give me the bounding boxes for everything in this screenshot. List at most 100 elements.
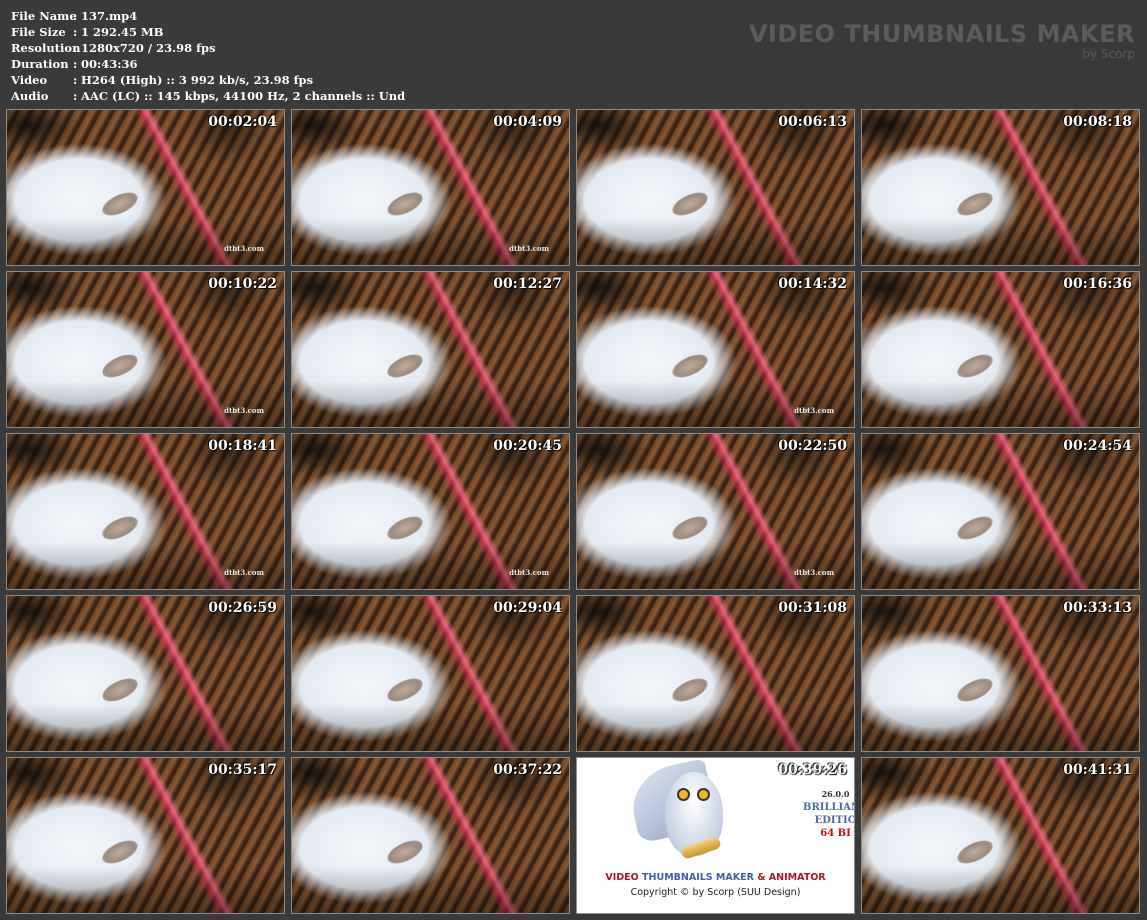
frame-image [862, 110, 1139, 265]
bits-label: 64 BI [820, 828, 851, 839]
info-separator: : [73, 41, 78, 55]
info-key: Video [11, 73, 48, 87]
timestamp: 00:35:17 [208, 762, 277, 778]
promo-title: VIDEO THUMBNAILS MAKER & ANIMATOR [577, 872, 854, 883]
owl-eye-icon [697, 788, 710, 801]
video-thumbnail[interactable]: 00:02:04 dtbt3.com [6, 109, 285, 266]
promo-title-part: & ANIMATOR [753, 872, 826, 883]
frame-watermark: dtbt3.com [509, 568, 549, 577]
frame-image [577, 110, 854, 265]
frame-watermark: dtbt3.com [224, 568, 264, 577]
frame-image [577, 434, 854, 589]
frame-image [7, 434, 284, 589]
info-key: Duration [11, 57, 69, 71]
info-row: File Name:137.mp4 [11, 8, 405, 24]
timestamp: 00:12:27 [493, 276, 562, 292]
brand-logo: VIDEO THUMBNAILS MAKER by Scorp [749, 20, 1135, 60]
frame-watermark: dtbt3.com [224, 406, 264, 415]
frame-image [292, 758, 569, 913]
video-thumbnail[interactable]: 00:41:31 [861, 757, 1140, 914]
video-thumbnail[interactable]: 00:18:41 dtbt3.com [6, 433, 285, 590]
video-thumbnail[interactable]: 00:22:50 dtbt3.com [576, 433, 855, 590]
video-thumbnail[interactable]: 00:10:22 dtbt3.com [6, 271, 285, 428]
frame-watermark: dtbt3.com [509, 244, 549, 253]
frame-watermark: dtbt3.com [794, 568, 834, 577]
info-value: 1 292.45 MB [81, 25, 164, 39]
frame-watermark: dtbt3.com [794, 406, 834, 415]
video-thumbnail[interactable]: 00:14:32 dtbt3.com [576, 271, 855, 428]
info-row: Resolution:1280x720 / 23.98 fps [11, 40, 405, 56]
timestamp: 00:24:54 [1063, 438, 1132, 454]
frame-image [292, 272, 569, 427]
file-info-panel: File Name:137.mp4 File Size:1 292.45 MB Re… [11, 8, 405, 104]
timestamp: 00:02:04 [208, 114, 277, 130]
frame-image [7, 758, 284, 913]
info-key: File Size [11, 25, 66, 39]
info-value: AAC (LC) :: 145 kbps, 44100 Hz, 2 channe… [81, 89, 406, 103]
video-thumbnail[interactable]: 00:12:27 [291, 271, 570, 428]
info-separator: : [73, 9, 78, 23]
promo-copyright: Copyright © by Scorp (SUU Design) [630, 887, 801, 898]
frame-image [7, 272, 284, 427]
promo-title-part: VIDEO [605, 872, 643, 883]
info-value: H264 (High) :: 3 992 kb/s, 23.98 fps [81, 73, 314, 87]
video-thumbnail[interactable]: 00:26:59 [6, 595, 285, 752]
video-thumbnail[interactable]: 00:31:08 [576, 595, 855, 752]
info-value: 00:43:36 [81, 57, 138, 71]
info-value: 137.mp4 [81, 9, 138, 23]
info-row: Audio: AAC (LC) :: 145 kbps, 44100 Hz, 2 … [11, 88, 405, 104]
timestamp: 00:41:31 [1063, 762, 1132, 778]
info-separator: : [73, 57, 78, 71]
brand-title: VIDEO THUMBNAILS MAKER [748, 20, 1135, 48]
frame-image [292, 434, 569, 589]
edition-line-2: EDITIO [814, 815, 855, 826]
timestamp: 00:29:04 [493, 600, 562, 616]
brand-subtitle: by Scorp [1082, 47, 1135, 61]
owl-eye-icon [677, 788, 690, 801]
timestamp: 00:26:59 [208, 600, 277, 616]
timestamp: 00:14:32 [778, 276, 847, 292]
frame-image [862, 272, 1139, 427]
video-thumbnail[interactable]: 00:08:18 [861, 109, 1140, 266]
edition-line-1: BRILLIANC [803, 802, 854, 813]
video-thumbnail[interactable]: 00:04:09 dtbt3.com [291, 109, 570, 266]
info-separator: : [73, 73, 78, 87]
video-thumbnail[interactable]: 00:20:45 dtbt3.com [291, 433, 570, 590]
timestamp: 00:39:26 [778, 762, 847, 778]
timestamp: 00:08:18 [1063, 114, 1132, 130]
frame-image [7, 110, 284, 265]
info-key: File Name [11, 9, 77, 23]
info-value: 1280x720 / 23.98 fps [81, 41, 216, 55]
frame-image [292, 596, 569, 751]
version-label: 26.0.0 [821, 789, 850, 799]
frame-watermark: dtbt3.com [224, 244, 264, 253]
timestamp: 00:06:13 [778, 114, 847, 130]
timestamp: 00:37:22 [493, 762, 562, 778]
timestamp: 00:31:08 [778, 600, 847, 616]
timestamp: 00:10:22 [208, 276, 277, 292]
promo-title-part: THUMBNAILS MAKER [642, 872, 754, 883]
frame-image [577, 596, 854, 751]
video-thumbnail[interactable]: 00:06:13 [576, 109, 855, 266]
video-thumbnail[interactable]: 00:37:22 [291, 757, 570, 914]
frame-image [862, 596, 1139, 751]
frame-image [292, 110, 569, 265]
timestamp: 00:22:50 [778, 438, 847, 454]
frame-image [577, 272, 854, 427]
video-thumbnail[interactable]: 00:33:13 [861, 595, 1140, 752]
frame-image [862, 758, 1139, 913]
info-key: Audio [11, 89, 49, 103]
promo-thumbnail[interactable]: 26.0.0 BRILLIANC EDITIO 64 BI VIDEO THUMBNAI… [576, 757, 855, 914]
info-key: Resolution [11, 41, 81, 55]
frame-image [862, 434, 1139, 589]
video-thumbnail[interactable]: 00:16:36 [861, 271, 1140, 428]
info-row: Video: H264 (High) :: 3 992 kb/s, 23.98 f… [11, 72, 405, 88]
timestamp: 00:04:09 [493, 114, 562, 130]
video-thumbnail[interactable]: 00:24:54 [861, 433, 1140, 590]
info-row: Duration:00:43:36 [11, 56, 405, 72]
timestamp: 00:16:36 [1063, 276, 1132, 292]
video-thumbnail[interactable]: 00:35:17 [6, 757, 285, 914]
info-row: File Size:1 292.45 MB [11, 24, 405, 40]
video-thumbnail[interactable]: 00:29:04 [291, 595, 570, 752]
timestamp: 00:20:45 [493, 438, 562, 454]
